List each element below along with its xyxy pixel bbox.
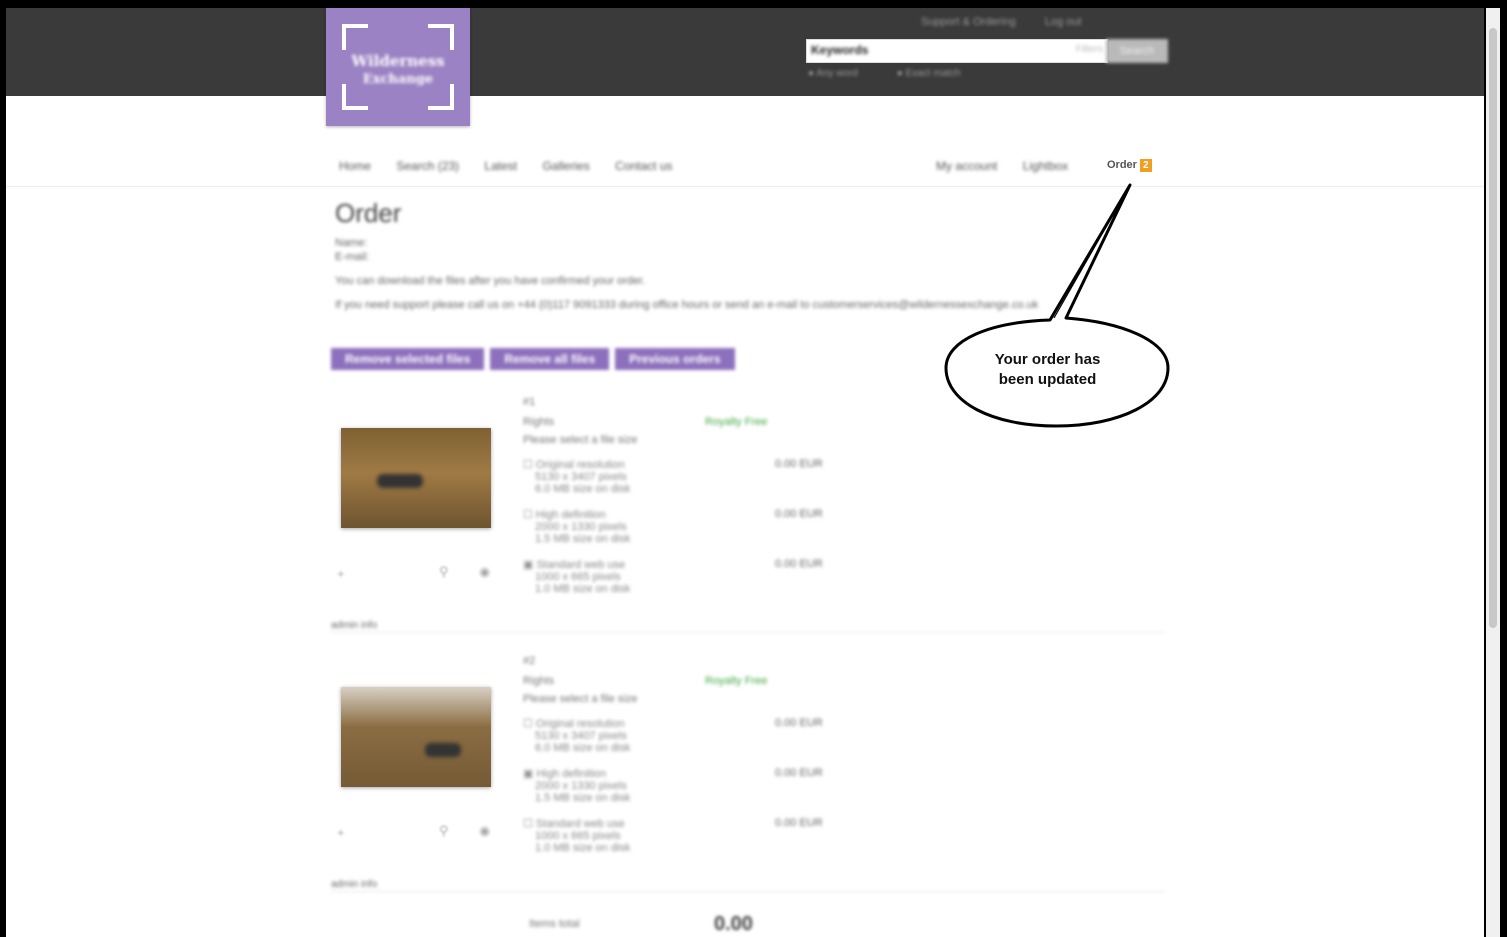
support-link[interactable]: Support & Ordering bbox=[921, 16, 1016, 28]
total-value: 0.00 bbox=[714, 913, 753, 935]
size-option[interactable]: ☐ Standard web use 1000 x 665 pixels 1.0… bbox=[523, 817, 843, 854]
option-price: 0.00 EUR bbox=[775, 717, 823, 729]
header-bar: Support & Ordering Log out Keywords Filt… bbox=[6, 8, 1484, 96]
logo-text: Exchange bbox=[362, 72, 434, 87]
support-note: If you need support please call us on +4… bbox=[335, 299, 1039, 311]
size-option[interactable]: ☐ Original resolution 5130 x 3407 pixels… bbox=[523, 717, 843, 754]
nav-lightbox[interactable]: Lightbox bbox=[1023, 159, 1068, 173]
zoom-icon[interactable]: ⚲ bbox=[439, 823, 449, 839]
order-item: + ⚲ ◉ #1 Rights Royalty Free Please sele… bbox=[331, 396, 1165, 606]
order-actions: Remove selected files Remove all files Pre… bbox=[331, 348, 741, 370]
scrollbar[interactable] bbox=[1486, 8, 1500, 937]
nav-my-account[interactable]: My account bbox=[936, 159, 997, 173]
size-option[interactable]: ☐ High definition 2000 x 1330 pixels 1.5… bbox=[523, 508, 843, 545]
callout-text: Your order has been updated bbox=[994, 351, 1101, 388]
rights-value: Royalty Free bbox=[705, 675, 768, 687]
option-price: 0.00 EUR bbox=[775, 767, 823, 779]
item-thumbnail[interactable] bbox=[341, 687, 491, 787]
nav-search[interactable]: Search (23) bbox=[396, 159, 459, 173]
page: Support & Ordering Log out Keywords Filt… bbox=[6, 8, 1484, 937]
search-options: ● Any word ● Exact match bbox=[808, 68, 997, 79]
option-price: 0.00 EUR bbox=[775, 458, 823, 470]
select-prompt: Please select a file size bbox=[523, 693, 638, 705]
nav-left: Home Search (23) Latest Galleries Contac… bbox=[339, 159, 695, 173]
remove-selected-button[interactable]: Remove selected files bbox=[331, 348, 485, 370]
search-filter-dropdown[interactable]: Filters bbox=[1076, 44, 1103, 55]
logo-text: Wilderness bbox=[351, 52, 445, 70]
info-name: Name: bbox=[335, 237, 368, 249]
option-price: 0.00 EUR bbox=[775, 558, 823, 570]
order-note: You can download the files after you hav… bbox=[335, 275, 646, 287]
logo-corner bbox=[428, 24, 454, 50]
size-option[interactable]: ▣ Standard web use 1000 x 665 pixels 1.0… bbox=[523, 558, 843, 595]
item-details: #2 Rights Royalty Free Please select a f… bbox=[523, 655, 853, 865]
logo-corner bbox=[342, 24, 368, 50]
nav-order[interactable]: Order 2 bbox=[1107, 159, 1152, 172]
order-item: + ⚲ ◉ #2 Rights Royalty Free Please sele… bbox=[331, 655, 1165, 865]
view-icon[interactable]: ◉ bbox=[479, 823, 490, 839]
page-title: Order bbox=[335, 198, 402, 228]
nav-galleries[interactable]: Galleries bbox=[542, 159, 589, 173]
rights-label: Rights bbox=[523, 416, 555, 428]
item-footer: admin info bbox=[331, 879, 1165, 892]
thumbnail-subject bbox=[377, 474, 423, 488]
search-option-exact[interactable]: ● Exact match bbox=[897, 68, 979, 79]
order-label: Order bbox=[1107, 159, 1137, 171]
item-footer: admin info bbox=[331, 620, 1165, 633]
select-prompt: Please select a file size bbox=[523, 434, 638, 446]
nav-home[interactable]: Home bbox=[339, 159, 371, 173]
zoom-icon[interactable]: ⚲ bbox=[439, 564, 449, 580]
order-count-badge: 2 bbox=[1139, 159, 1152, 172]
rights-value: Royalty Free bbox=[705, 416, 768, 428]
search-term: Keywords bbox=[811, 43, 869, 57]
option-price: 0.00 EUR bbox=[775, 817, 823, 829]
top-links: Support & Ordering Log out bbox=[921, 16, 1108, 28]
main-nav: Home Search (23) Latest Galleries Contac… bbox=[6, 156, 1484, 187]
nav-right: My account Lightbox bbox=[936, 159, 1090, 173]
logout-link[interactable]: Log out bbox=[1045, 16, 1082, 28]
rights-label: Rights bbox=[523, 675, 555, 687]
item-thumbnail[interactable] bbox=[341, 428, 491, 528]
total-label: Items total bbox=[529, 918, 580, 930]
view-icon[interactable]: ◉ bbox=[479, 564, 490, 580]
item-details: #1 Rights Royalty Free Please select a f… bbox=[523, 396, 853, 606]
previous-orders-button[interactable]: Previous orders bbox=[615, 348, 735, 370]
size-option[interactable]: ▣ High definition 2000 x 1330 pixels 1.5… bbox=[523, 767, 843, 804]
item-id: #2 bbox=[523, 655, 536, 667]
search-option-any[interactable]: ● Any word bbox=[808, 68, 876, 79]
scrollbar-thumb[interactable] bbox=[1489, 28, 1497, 628]
thumbnail-subject bbox=[425, 743, 461, 757]
nav-latest[interactable]: Latest bbox=[484, 159, 517, 173]
order-content: Order Name: E-mail: You can download the… bbox=[335, 198, 1165, 311]
site-logo[interactable]: Wilderness Exchange bbox=[326, 8, 470, 126]
add-icon[interactable]: + bbox=[337, 825, 345, 840]
add-icon[interactable]: + bbox=[337, 566, 345, 581]
size-option[interactable]: ☐ Original resolution 5130 x 3407 pixels… bbox=[523, 458, 843, 495]
remove-all-button[interactable]: Remove all files bbox=[490, 348, 610, 370]
search-button[interactable]: Search bbox=[1106, 39, 1168, 63]
info-email: E-mail: bbox=[335, 251, 370, 263]
search-input[interactable]: Keywords Filters bbox=[806, 39, 1108, 63]
logo-corner bbox=[428, 84, 454, 110]
option-price: 0.00 EUR bbox=[775, 508, 823, 520]
item-id: #1 bbox=[523, 396, 536, 408]
nav-contact[interactable]: Contact us bbox=[615, 159, 672, 173]
logo-corner bbox=[342, 84, 368, 110]
